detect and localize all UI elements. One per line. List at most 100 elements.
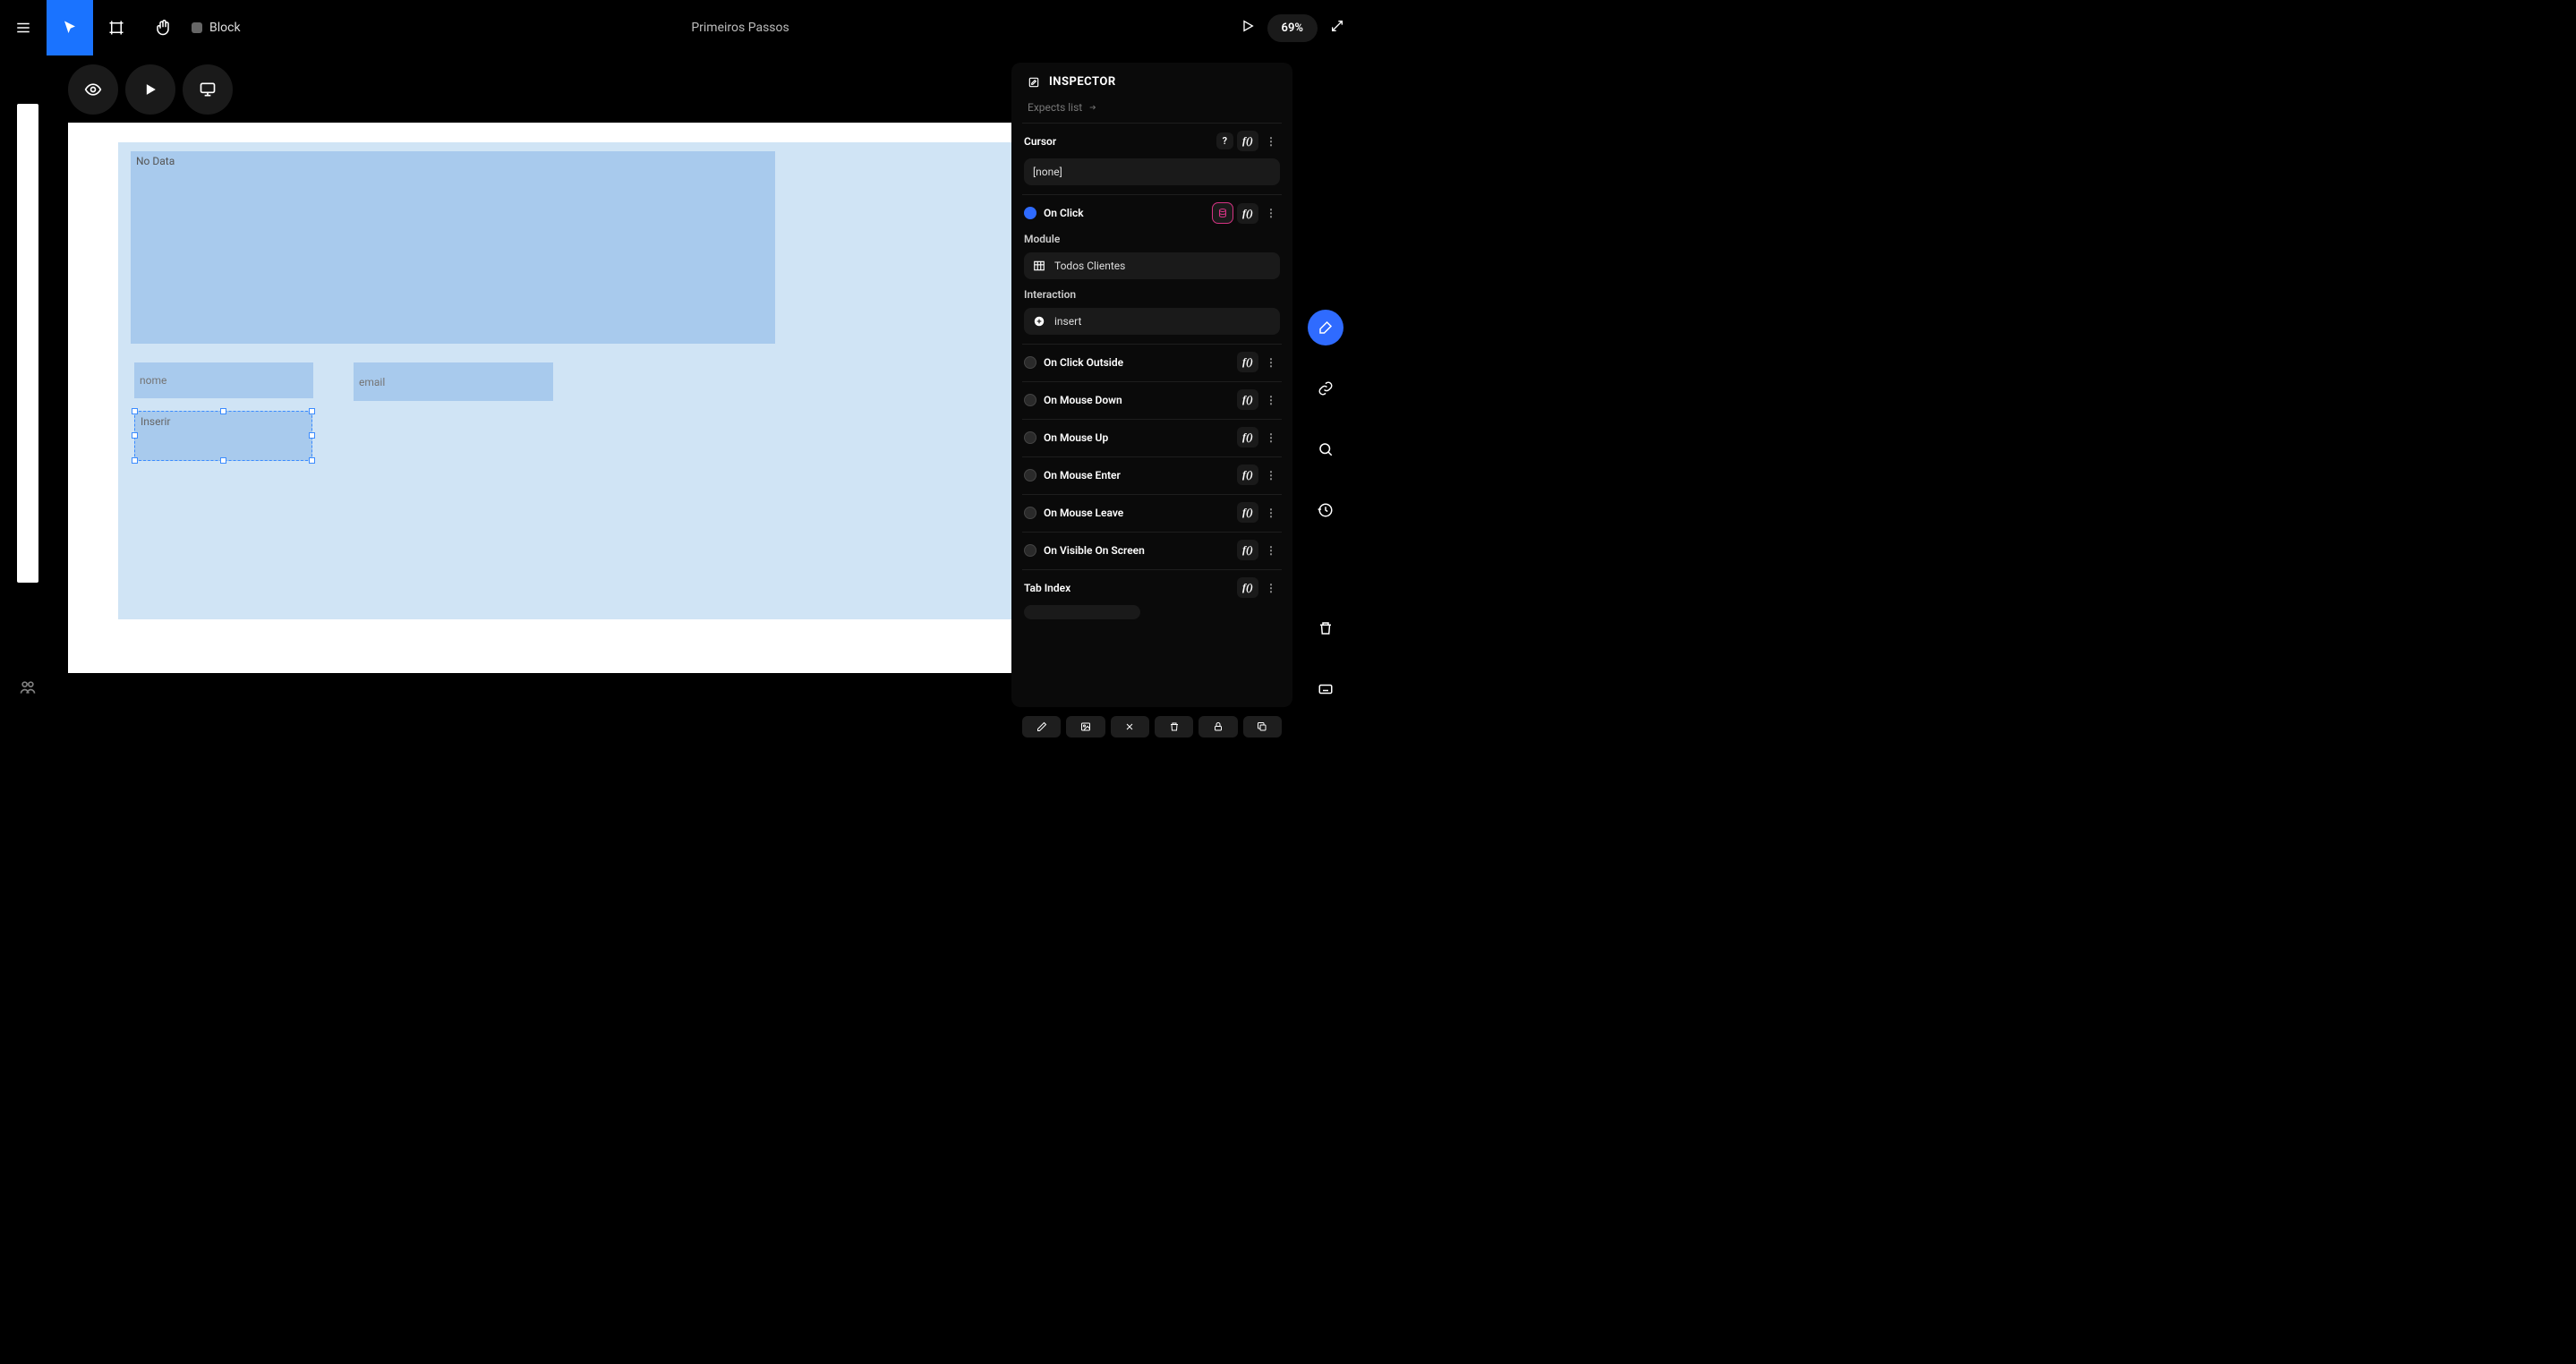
interaction-value: insert <box>1054 315 1081 328</box>
event-more-button[interactable]: ⋮ <box>1262 469 1280 482</box>
expand-button[interactable] <box>1330 19 1344 37</box>
visibility-button[interactable] <box>68 64 118 115</box>
play-icon <box>141 81 159 98</box>
tab-index-more-button[interactable]: ⋮ <box>1262 582 1280 594</box>
pencil-icon <box>1036 721 1047 732</box>
arrow-right-icon <box>1088 103 1098 112</box>
edit-action-button[interactable] <box>1308 310 1343 345</box>
inspector-header: INSPECTOR <box>1011 63 1292 98</box>
on-click-fx-button[interactable]: f() <box>1237 203 1258 224</box>
hand-tool[interactable] <box>140 0 186 55</box>
grid-tool[interactable] <box>20 394 36 413</box>
edit-icon <box>1318 320 1334 336</box>
selection-handle[interactable] <box>309 408 315 414</box>
globe-tool[interactable] <box>20 448 36 467</box>
selection-handle[interactable] <box>132 408 138 414</box>
selection-handle[interactable] <box>220 408 226 414</box>
interaction-label: Interaction <box>1024 288 1280 301</box>
event-more-button[interactable]: ⋮ <box>1262 356 1280 369</box>
database-icon <box>20 286 36 303</box>
globe-icon <box>20 448 36 464</box>
tree-icon <box>20 233 36 249</box>
event-fx-button[interactable]: f() <box>1237 427 1258 448</box>
interaction-field[interactable]: insert <box>1024 308 1280 335</box>
on-click-more-button[interactable]: ⋮ <box>1262 207 1280 219</box>
block-label-text: Block <box>209 21 241 35</box>
on-mouse-leave-label: On Mouse Leave <box>1044 507 1123 519</box>
zoom-level[interactable]: 69% <box>1267 14 1318 42</box>
event-fx-button[interactable]: f() <box>1237 502 1258 523</box>
selection-handle[interactable] <box>132 432 138 439</box>
layers-tool[interactable] <box>20 340 36 360</box>
selection-handle[interactable] <box>132 457 138 464</box>
database-tool[interactable] <box>20 286 36 306</box>
event-more-button[interactable]: ⋮ <box>1262 431 1280 444</box>
tab-index-field[interactable] <box>1024 605 1140 619</box>
database-small-icon <box>1217 208 1228 218</box>
tab-index-fx-button[interactable]: f() <box>1237 577 1258 598</box>
cursor-help-button[interactable]: ? <box>1216 132 1233 149</box>
pointer-tool[interactable] <box>47 0 93 55</box>
page-body[interactable]: No Data Inserir <box>118 142 1011 619</box>
on-click-outside-label: On Click Outside <box>1044 356 1123 369</box>
block-square-icon <box>192 22 202 33</box>
canvas-page[interactable]: No Data Inserir <box>68 123 1011 673</box>
event-dot <box>1024 431 1036 444</box>
bb-close-button[interactable] <box>1111 716 1149 737</box>
module-field[interactable]: Todos Clientes <box>1024 252 1280 279</box>
keyboard-action-button[interactable] <box>1308 671 1343 707</box>
hand-icon <box>155 20 171 36</box>
data-display[interactable]: No Data <box>131 151 775 344</box>
expects-list-row[interactable]: Expects list <box>1022 98 1282 123</box>
on-mouse-up-label: On Mouse Up <box>1044 431 1108 444</box>
frame-tool[interactable] <box>93 0 140 55</box>
block-indicator[interactable]: Block <box>192 21 241 35</box>
trash-action-button[interactable] <box>1308 610 1343 646</box>
monitor-icon <box>199 81 217 98</box>
preview-button[interactable] <box>1241 19 1255 37</box>
event-fx-button[interactable]: f() <box>1237 465 1258 485</box>
search-action-button[interactable] <box>1308 431 1343 467</box>
tree-tool[interactable] <box>20 233 36 252</box>
run-button[interactable] <box>125 64 175 115</box>
event-fx-button[interactable]: f() <box>1237 352 1258 372</box>
event-more-button[interactable]: ⋮ <box>1262 544 1280 557</box>
event-fx-button[interactable]: f() <box>1237 540 1258 560</box>
event-more-button[interactable]: ⋮ <box>1262 507 1280 519</box>
link-action-button[interactable] <box>1308 371 1343 406</box>
selection-handle[interactable] <box>309 457 315 464</box>
event-dot-active <box>1024 207 1036 219</box>
email-input[interactable] <box>354 362 553 401</box>
expand-icon <box>1330 19 1344 33</box>
bb-image-button[interactable] <box>1066 716 1105 737</box>
on-click-label: On Click <box>1044 207 1084 219</box>
device-button[interactable] <box>183 64 233 115</box>
selection-handle[interactable] <box>220 457 226 464</box>
pointer-icon <box>62 20 78 36</box>
selection-handle[interactable] <box>309 432 315 439</box>
on-click-database-badge[interactable] <box>1212 202 1233 224</box>
bb-delete-button[interactable] <box>1155 716 1193 737</box>
frame-icon <box>108 20 124 36</box>
nome-input[interactable] <box>134 362 313 398</box>
trash-small-icon <box>1169 721 1180 732</box>
grid-icon <box>20 394 36 410</box>
bb-edit-button[interactable] <box>1022 716 1061 737</box>
event-dot <box>1024 356 1036 369</box>
history-icon <box>1318 502 1334 518</box>
cursor-fx-button[interactable]: f() <box>1237 131 1258 151</box>
link-icon <box>1318 380 1334 396</box>
inserir-button[interactable]: Inserir <box>134 411 312 461</box>
history-action-button[interactable] <box>1308 492 1343 528</box>
bb-copy-button[interactable] <box>1243 716 1282 737</box>
cursor-more-button[interactable]: ⋮ <box>1262 135 1280 148</box>
menu-button[interactable] <box>0 0 47 55</box>
bb-lock-button[interactable] <box>1198 716 1237 737</box>
module-value: Todos Clientes <box>1054 260 1125 272</box>
users-button[interactable] <box>19 678 37 700</box>
inserir-label: Inserir <box>141 415 171 428</box>
event-fx-button[interactable]: f() <box>1237 389 1258 410</box>
on-mouse-enter-label: On Mouse Enter <box>1044 469 1121 482</box>
cursor-value-field[interactable]: [none] <box>1024 158 1280 185</box>
event-more-button[interactable]: ⋮ <box>1262 394 1280 406</box>
